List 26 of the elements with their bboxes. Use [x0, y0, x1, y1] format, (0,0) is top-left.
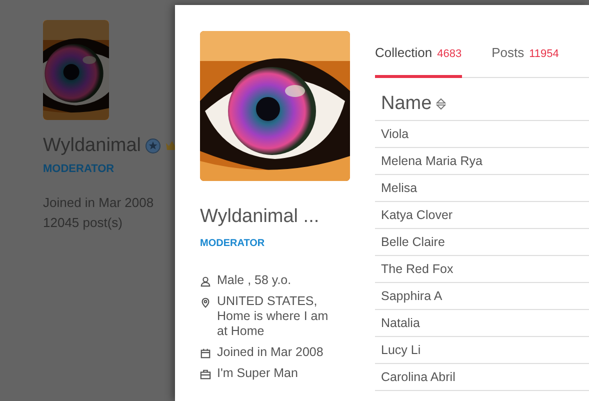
calendar-icon — [200, 348, 211, 358]
role-label: MODERATOR — [43, 162, 114, 176]
table-cell: Melisa — [375, 175, 589, 202]
profile-detail: I'm Super Man — [217, 366, 298, 380]
column-header: Name — [381, 92, 432, 116]
profile-detail: Male , 58 y.o. — [217, 272, 292, 288]
briefcase-icon — [200, 368, 211, 380]
table-cell: Belle Claire — [375, 229, 589, 256]
sort-icon[interactable] — [436, 98, 446, 110]
table-cell: Sapphira A — [375, 283, 589, 310]
table-cell: Lucy Li — [375, 337, 589, 364]
table-cell: Viola — [375, 121, 589, 148]
location-pin-icon — [200, 296, 211, 308]
tab[interactable]: Collection 4683 — [375, 43, 462, 78]
table-cell: Katya Clover — [375, 202, 589, 229]
person-icon — [200, 276, 211, 286]
tab[interactable]: Posts 11954 — [492, 43, 559, 78]
role-label: MODERATOR — [200, 236, 265, 250]
table-cell: Natalia — [375, 310, 589, 337]
table-cell: Melena Maria Rya — [375, 148, 589, 175]
profile-detail: Joined in Mar 2008 — [217, 344, 324, 360]
profile-detail: UNITED STATES, Home is where I am at Home — [217, 294, 330, 338]
star-badge-icon — [145, 138, 162, 154]
table-cell: The Red Fox — [375, 256, 589, 283]
user-name: Wyldanimal ... — [200, 205, 320, 229]
table-cell: Carolina Abril — [375, 364, 589, 391]
